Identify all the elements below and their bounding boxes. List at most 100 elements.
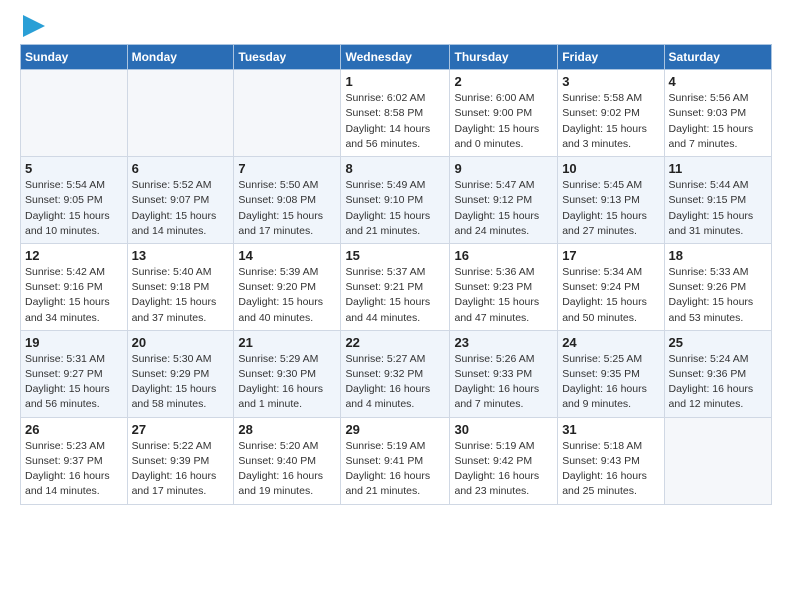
day-info: Sunrise: 5:37 AMSunset: 9:21 PMDaylight:…	[345, 265, 445, 326]
day-info: Sunrise: 5:42 AMSunset: 9:16 PMDaylight:…	[25, 265, 123, 326]
day-number: 16	[454, 248, 553, 263]
day-number: 11	[669, 161, 767, 176]
column-header-monday: Monday	[127, 45, 234, 70]
calendar-cell: 28 Sunrise: 5:20 AMSunset: 9:40 PMDayligh…	[234, 417, 341, 504]
day-info: Sunrise: 5:18 AMSunset: 9:43 PMDaylight:…	[562, 439, 659, 500]
calendar-cell: 10 Sunrise: 5:45 AMSunset: 9:13 PMDayligh…	[558, 157, 664, 244]
calendar-cell: 25Sunrise: 5:24 AMSunset: 9:36 PMDayligh…	[664, 330, 771, 417]
day-info: Sunrise: 5:22 AMSunset: 9:39 PMDaylight:…	[132, 439, 230, 500]
day-number: 24	[562, 335, 659, 350]
day-info: Sunrise: 5:58 AMSunset: 9:02 PMDaylight:…	[562, 91, 659, 152]
calendar-cell: 30 Sunrise: 5:19 AMSunset: 9:42 PMDayligh…	[450, 417, 558, 504]
day-number: 17	[562, 248, 659, 263]
day-number: 8	[345, 161, 445, 176]
calendar-cell	[664, 417, 771, 504]
calendar-cell: 11 Sunrise: 5:44 AMSunset: 9:15 PMDayligh…	[664, 157, 771, 244]
calendar-cell: 31 Sunrise: 5:18 AMSunset: 9:43 PMDayligh…	[558, 417, 664, 504]
day-number: 20	[132, 335, 230, 350]
day-number: 10	[562, 161, 659, 176]
calendar-week-row: 12Sunrise: 5:42 AMSunset: 9:16 PMDayligh…	[21, 243, 772, 330]
day-info: Sunrise: 5:40 AMSunset: 9:18 PMDaylight:…	[132, 265, 230, 326]
calendar-cell: 7 Sunrise: 5:50 AMSunset: 9:08 PMDaylight…	[234, 157, 341, 244]
calendar-cell	[21, 70, 128, 157]
day-info: Sunrise: 5:33 AMSunset: 9:26 PMDaylight:…	[669, 265, 767, 326]
calendar-cell: 6 Sunrise: 5:52 AMSunset: 9:07 PMDaylight…	[127, 157, 234, 244]
day-info: Sunrise: 5:20 AMSunset: 9:40 PMDaylight:…	[238, 439, 336, 500]
column-header-thursday: Thursday	[450, 45, 558, 70]
day-info: Sunrise: 5:29 AMSunset: 9:30 PMDaylight:…	[238, 352, 336, 413]
calendar-cell: 2Sunrise: 6:00 AMSunset: 9:00 PMDaylight…	[450, 70, 558, 157]
calendar-cell: 5 Sunrise: 5:54 AMSunset: 9:05 PMDaylight…	[21, 157, 128, 244]
day-number: 22	[345, 335, 445, 350]
calendar-cell: 14Sunrise: 5:39 AMSunset: 9:20 PMDayligh…	[234, 243, 341, 330]
day-number: 26	[25, 422, 123, 437]
day-number: 25	[669, 335, 767, 350]
calendar-week-row: 26Sunrise: 5:23 AMSunset: 9:37 PMDayligh…	[21, 417, 772, 504]
calendar-cell: 4 Sunrise: 5:56 AMSunset: 9:03 PMDaylight…	[664, 70, 771, 157]
day-info: Sunrise: 5:39 AMSunset: 9:20 PMDaylight:…	[238, 265, 336, 326]
day-number: 7	[238, 161, 336, 176]
calendar-cell: 15 Sunrise: 5:37 AMSunset: 9:21 PMDayligh…	[341, 243, 450, 330]
day-info: Sunrise: 5:30 AMSunset: 9:29 PMDaylight:…	[132, 352, 230, 413]
calendar-cell: 19Sunrise: 5:31 AMSunset: 9:27 PMDayligh…	[21, 330, 128, 417]
calendar-cell: 24 Sunrise: 5:25 AMSunset: 9:35 PMDayligh…	[558, 330, 664, 417]
logo-icon	[23, 15, 45, 37]
calendar-cell: 16Sunrise: 5:36 AMSunset: 9:23 PMDayligh…	[450, 243, 558, 330]
day-info: Sunrise: 5:19 AMSunset: 9:42 PMDaylight:…	[454, 439, 553, 500]
day-info: Sunrise: 5:54 AMSunset: 9:05 PMDaylight:…	[25, 178, 123, 239]
day-number: 30	[454, 422, 553, 437]
day-number: 6	[132, 161, 230, 176]
day-number: 15	[345, 248, 445, 263]
day-info: Sunrise: 6:02 AMSunset: 8:58 PMDaylight:…	[345, 91, 445, 152]
day-number: 5	[25, 161, 123, 176]
day-number: 23	[454, 335, 553, 350]
column-header-wednesday: Wednesday	[341, 45, 450, 70]
calendar-cell: 8 Sunrise: 5:49 AMSunset: 9:10 PMDaylight…	[341, 157, 450, 244]
day-info: Sunrise: 5:26 AMSunset: 9:33 PMDaylight:…	[454, 352, 553, 413]
day-info: Sunrise: 5:50 AMSunset: 9:08 PMDaylight:…	[238, 178, 336, 239]
calendar-cell: 18 Sunrise: 5:33 AMSunset: 9:26 PMDayligh…	[664, 243, 771, 330]
day-info: Sunrise: 5:52 AMSunset: 9:07 PMDaylight:…	[132, 178, 230, 239]
day-number: 3	[562, 74, 659, 89]
calendar-table: SundayMondayTuesdayWednesdayThursdayFrid…	[20, 44, 772, 504]
calendar-cell: 17 Sunrise: 5:34 AMSunset: 9:24 PMDayligh…	[558, 243, 664, 330]
day-number: 18	[669, 248, 767, 263]
calendar-cell: 13 Sunrise: 5:40 AMSunset: 9:18 PMDayligh…	[127, 243, 234, 330]
calendar-cell: 29 Sunrise: 5:19 AMSunset: 9:41 PMDayligh…	[341, 417, 450, 504]
calendar-cell: 26Sunrise: 5:23 AMSunset: 9:37 PMDayligh…	[21, 417, 128, 504]
column-header-sunday: Sunday	[21, 45, 128, 70]
calendar-header-row: SundayMondayTuesdayWednesdayThursdayFrid…	[21, 45, 772, 70]
day-info: Sunrise: 5:45 AMSunset: 9:13 PMDaylight:…	[562, 178, 659, 239]
column-header-tuesday: Tuesday	[234, 45, 341, 70]
header	[20, 16, 772, 40]
day-number: 29	[345, 422, 445, 437]
day-info: Sunrise: 5:56 AMSunset: 9:03 PMDaylight:…	[669, 91, 767, 152]
calendar-week-row: 1 Sunrise: 6:02 AMSunset: 8:58 PMDaylight…	[21, 70, 772, 157]
calendar-week-row: 5 Sunrise: 5:54 AMSunset: 9:05 PMDaylight…	[21, 157, 772, 244]
day-number: 28	[238, 422, 336, 437]
calendar-cell: 9 Sunrise: 5:47 AMSunset: 9:12 PMDaylight…	[450, 157, 558, 244]
day-number: 31	[562, 422, 659, 437]
day-number: 27	[132, 422, 230, 437]
calendar-cell: 21 Sunrise: 5:29 AMSunset: 9:30 PMDayligh…	[234, 330, 341, 417]
day-info: Sunrise: 5:19 AMSunset: 9:41 PMDaylight:…	[345, 439, 445, 500]
calendar-cell: 27 Sunrise: 5:22 AMSunset: 9:39 PMDayligh…	[127, 417, 234, 504]
day-info: Sunrise: 5:47 AMSunset: 9:12 PMDaylight:…	[454, 178, 553, 239]
calendar-cell: 22Sunrise: 5:27 AMSunset: 9:32 PMDayligh…	[341, 330, 450, 417]
day-info: Sunrise: 5:49 AMSunset: 9:10 PMDaylight:…	[345, 178, 445, 239]
calendar-cell	[127, 70, 234, 157]
page: SundayMondayTuesdayWednesdayThursdayFrid…	[0, 0, 792, 521]
day-info: Sunrise: 5:31 AMSunset: 9:27 PMDaylight:…	[25, 352, 123, 413]
day-number: 4	[669, 74, 767, 89]
column-header-saturday: Saturday	[664, 45, 771, 70]
day-info: Sunrise: 5:34 AMSunset: 9:24 PMDaylight:…	[562, 265, 659, 326]
logo	[20, 16, 45, 40]
calendar-week-row: 19Sunrise: 5:31 AMSunset: 9:27 PMDayligh…	[21, 330, 772, 417]
day-info: Sunrise: 5:25 AMSunset: 9:35 PMDaylight:…	[562, 352, 659, 413]
calendar-cell: 20 Sunrise: 5:30 AMSunset: 9:29 PMDayligh…	[127, 330, 234, 417]
day-number: 9	[454, 161, 553, 176]
day-number: 21	[238, 335, 336, 350]
day-number: 13	[132, 248, 230, 263]
day-info: Sunrise: 5:44 AMSunset: 9:15 PMDaylight:…	[669, 178, 767, 239]
day-number: 1	[345, 74, 445, 89]
